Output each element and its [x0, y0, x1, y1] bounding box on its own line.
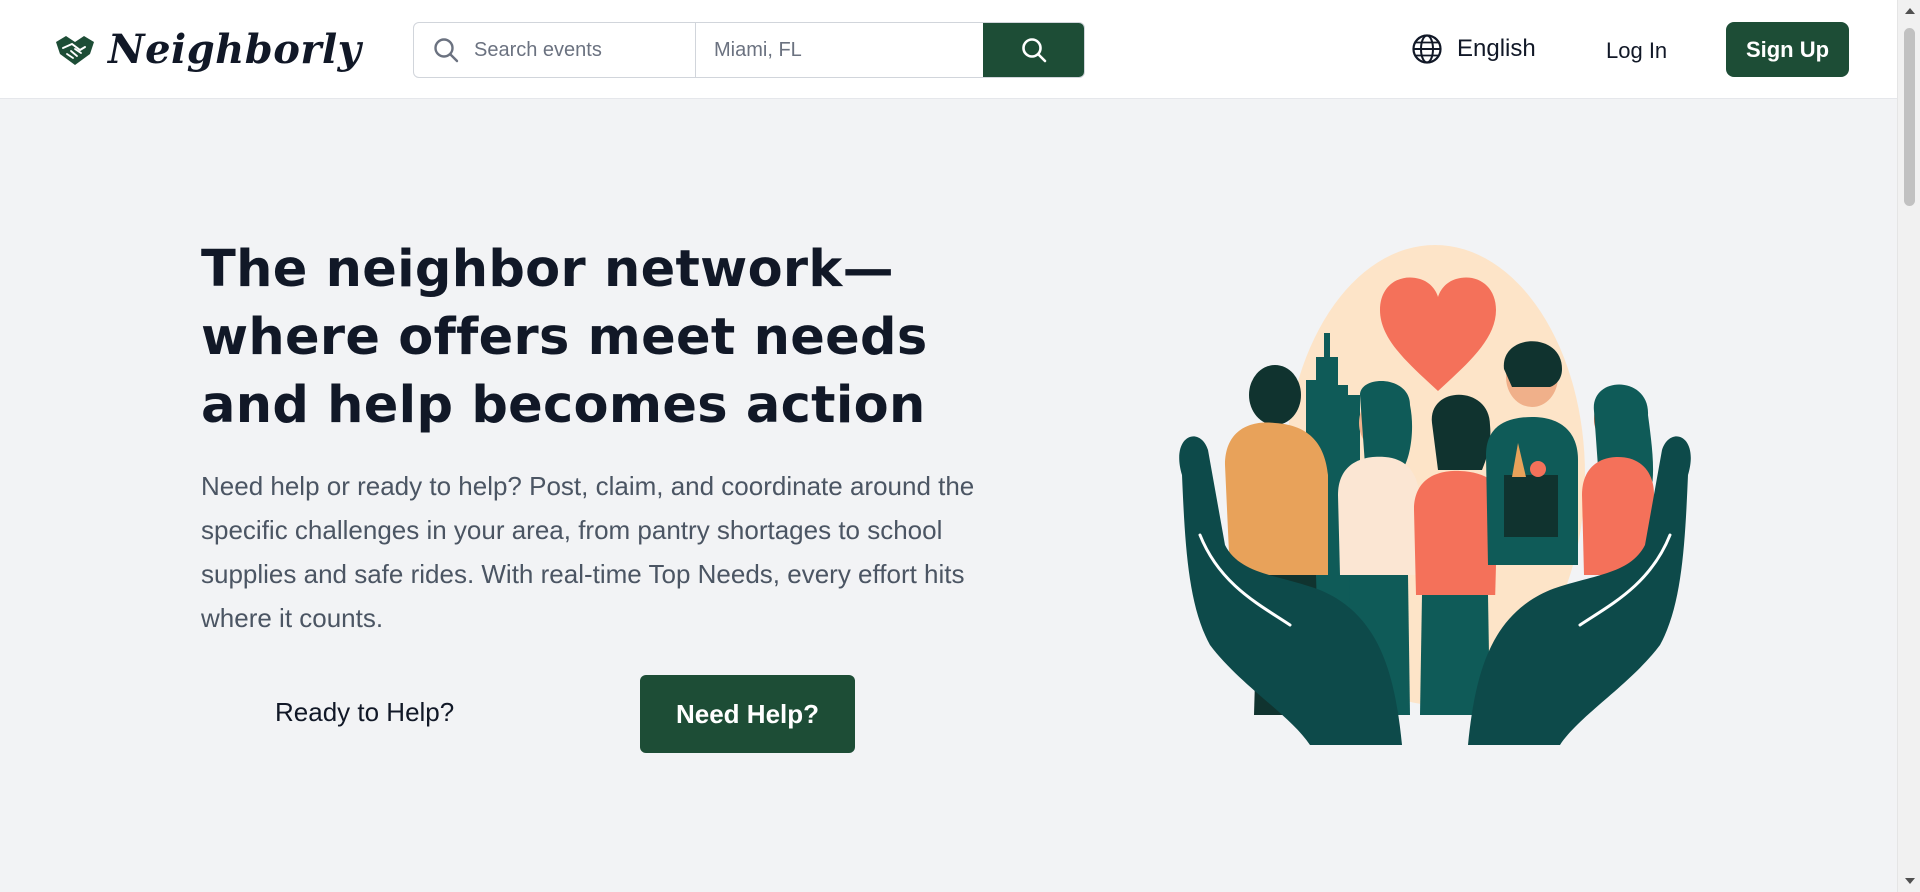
search-input[interactable] — [474, 38, 674, 62]
top-navbar: Neighborly English Log In Sign Up — [0, 0, 1897, 99]
brand-logo[interactable]: Neighborly — [54, 26, 361, 73]
scroll-up-arrow-icon[interactable] — [1905, 8, 1915, 14]
ready-to-help-button[interactable]: Ready to Help? — [275, 697, 454, 728]
search-bar — [413, 22, 1085, 78]
search-field-wrap — [414, 23, 696, 77]
signup-button[interactable]: Sign Up — [1726, 22, 1849, 77]
language-selector[interactable]: English — [1411, 33, 1536, 65]
scroll-thumb[interactable] — [1904, 28, 1915, 206]
need-help-button[interactable]: Need Help? — [640, 675, 855, 753]
page-scrollbar[interactable] — [1897, 0, 1920, 892]
search-icon — [434, 38, 459, 63]
globe-icon — [1412, 34, 1442, 64]
hero-title: The neighbor network—where offers meet n… — [201, 240, 928, 435]
handshake-icon — [56, 35, 94, 65]
location-input[interactable] — [696, 23, 984, 77]
scroll-down-arrow-icon[interactable] — [1905, 878, 1915, 884]
community-hands-illustration — [1179, 245, 1691, 745]
search-button[interactable] — [983, 23, 1084, 77]
hero-description: Need help or ready to help? Post, claim,… — [201, 471, 975, 633]
search-icon — [1022, 38, 1047, 63]
login-link[interactable]: Log In — [1606, 38, 1667, 64]
brand-name: Neighborly — [108, 26, 362, 73]
language-label: English — [1457, 35, 1536, 62]
